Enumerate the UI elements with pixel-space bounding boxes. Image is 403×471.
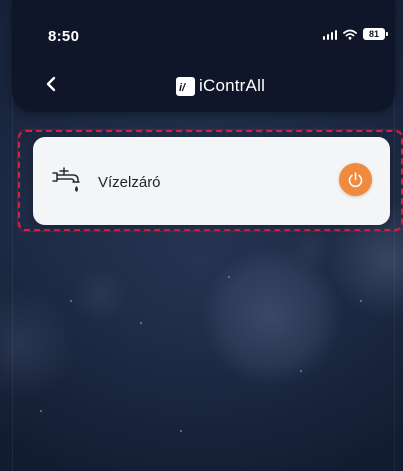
battery-icon: 81 (363, 28, 388, 40)
brand-name: iContrAll (199, 76, 266, 95)
wifi-icon (343, 29, 357, 40)
status-time: 8:50 (48, 28, 80, 45)
app-header: 8:50 81 i/ iContrAll (12, 0, 395, 112)
background-speck (140, 322, 142, 324)
water-valve-icon (51, 165, 83, 195)
device-card-vizelzaro[interactable]: Vízelzáró (33, 137, 390, 225)
chevron-left-icon (46, 76, 56, 92)
app-screen: 8:50 81 i/ iContrAll Vízelzáró (0, 0, 403, 471)
back-button[interactable] (40, 72, 62, 96)
background-speck (40, 410, 42, 412)
power-icon (348, 172, 363, 188)
background-speck (180, 430, 182, 432)
svg-text:i/: i/ (179, 82, 187, 93)
background-speck (300, 370, 302, 372)
brand-logo-icon: i/ (176, 76, 195, 96)
background-speck (70, 300, 72, 302)
device-name: Vízelzáró (98, 174, 161, 191)
background-speck (228, 276, 230, 278)
status-icons: 81 (323, 28, 388, 40)
brand: i/ iContrAll (176, 76, 265, 96)
background-speck (360, 300, 362, 302)
power-button[interactable] (339, 163, 372, 196)
signal-icon (323, 29, 337, 40)
